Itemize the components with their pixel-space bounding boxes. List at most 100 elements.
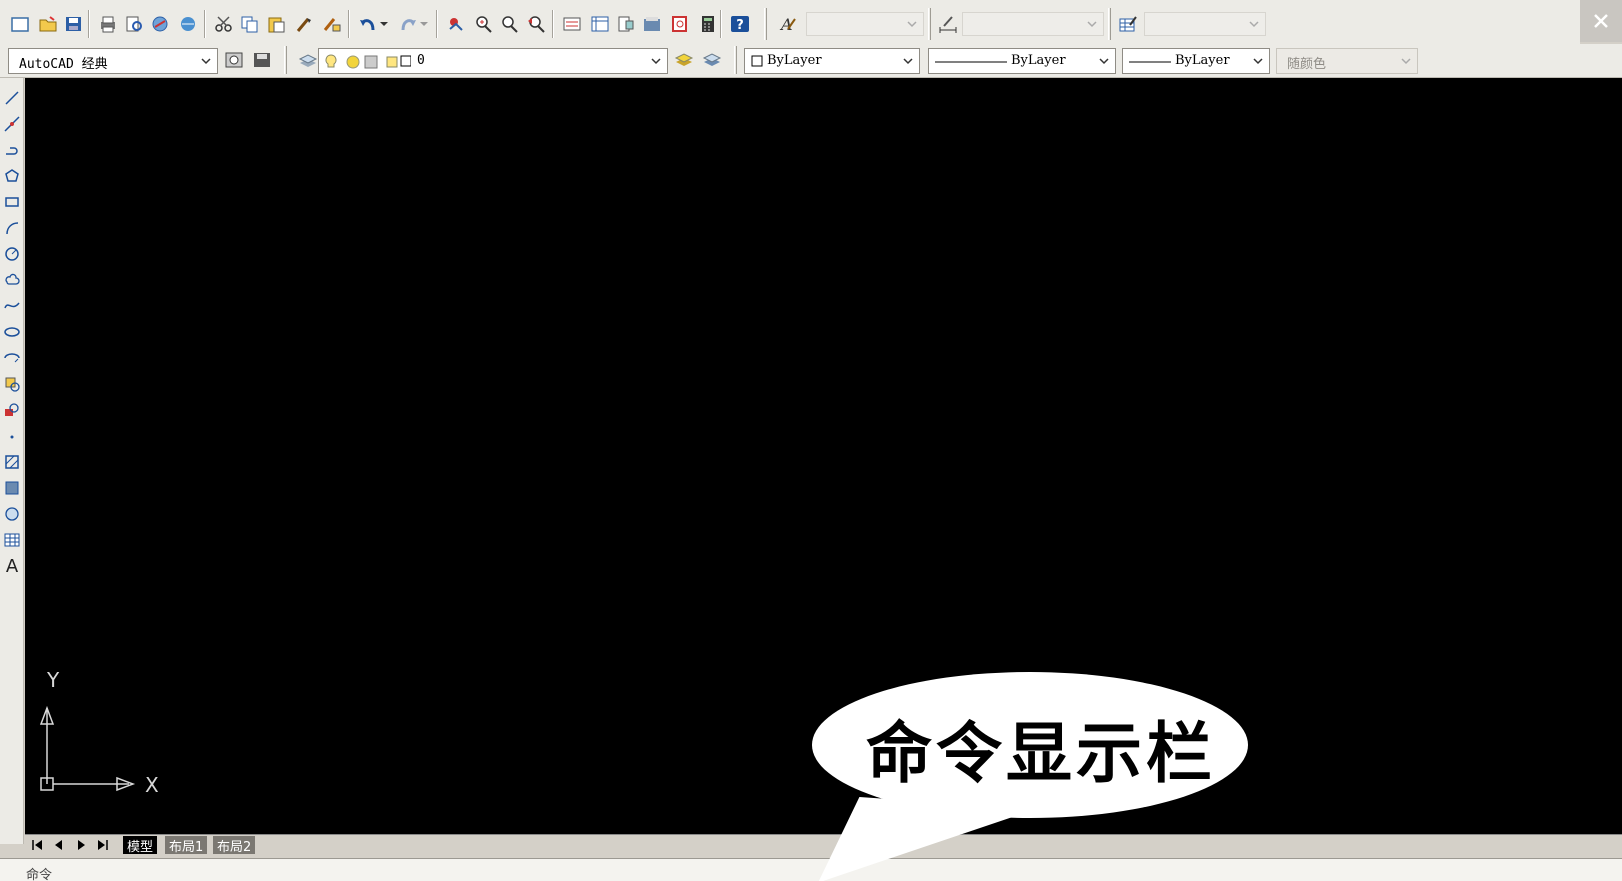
linetype-value: ByLayer	[1011, 53, 1066, 68]
toolbar-separator	[88, 10, 90, 38]
cut-icon[interactable]	[212, 12, 236, 36]
gradient-icon[interactable]	[2, 478, 22, 498]
tab-layout2[interactable]: 布局2	[213, 836, 256, 855]
insert-block-icon[interactable]	[2, 374, 22, 394]
callout-text: 命令显示栏	[866, 715, 1216, 792]
make-object-layer-current-icon[interactable]	[672, 48, 696, 72]
design-center-icon[interactable]	[588, 12, 612, 36]
rectangle-icon[interactable]	[2, 192, 22, 212]
ucs-y-label: Y	[47, 668, 60, 692]
circle-icon[interactable]	[2, 244, 22, 264]
first-tab-icon[interactable]	[27, 837, 47, 853]
point-icon[interactable]	[2, 426, 22, 446]
toolbar-grip[interactable]	[764, 8, 767, 40]
toolbar-separator	[436, 10, 438, 38]
toolbar-grip[interactable]	[928, 8, 931, 40]
zoom-realtime-icon[interactable]	[472, 12, 496, 36]
text-style-icon[interactable]: A	[776, 12, 800, 36]
chevron-down-icon	[1249, 21, 1259, 28]
color-value: ByLayer	[767, 53, 822, 68]
color-swatch-icon	[751, 55, 763, 67]
next-tab-icon[interactable]	[71, 837, 91, 853]
table-icon[interactable]	[2, 530, 22, 550]
sheet-set-icon[interactable]	[640, 12, 664, 36]
match-properties-icon[interactable]	[292, 12, 316, 36]
layer-manager-icon[interactable]	[296, 48, 320, 72]
standard-toolbar: ? A	[0, 0, 1580, 48]
tab-layout1[interactable]: 布局1	[165, 836, 208, 855]
block-editor-icon[interactable]	[320, 12, 344, 36]
undo-icon[interactable]	[356, 12, 380, 36]
construction-line-icon[interactable]	[2, 114, 22, 134]
toolbar-separator	[204, 10, 206, 38]
toolbar-separator	[720, 10, 722, 38]
chevron-down-icon	[907, 21, 917, 28]
close-icon	[1594, 14, 1608, 28]
text-style-combo[interactable]	[806, 12, 924, 36]
region-icon[interactable]	[2, 504, 22, 524]
zoom-window-icon[interactable]	[498, 12, 522, 36]
plot-style-value: 随颜色	[1287, 57, 1327, 72]
plot-style-control-combo[interactable]: 随颜色	[1276, 48, 1418, 74]
3d-publish-icon[interactable]	[176, 12, 200, 36]
plot-preview-icon[interactable]	[122, 12, 146, 36]
workspace-combo[interactable]: AutoCAD 经典	[8, 48, 218, 74]
undo-dropdown-icon[interactable]	[378, 12, 390, 36]
tool-palettes-icon[interactable]	[614, 12, 638, 36]
save-icon[interactable]	[62, 12, 86, 36]
print-icon[interactable]	[96, 12, 120, 36]
toolbar-grip[interactable]	[1108, 8, 1111, 40]
markup-icon[interactable]	[668, 12, 692, 36]
layer-value: 0	[417, 53, 425, 68]
quickcalc-icon[interactable]	[696, 12, 720, 36]
chevron-down-icon	[1087, 21, 1097, 28]
zoom-previous-icon[interactable]	[524, 12, 548, 36]
color-control-combo[interactable]: ByLayer	[744, 48, 920, 74]
workspace-value: AutoCAD 经典	[19, 57, 108, 72]
linetype-control-combo[interactable]: ByLayer	[928, 48, 1116, 74]
redo-icon[interactable]	[396, 12, 420, 36]
toolbar-separator	[348, 10, 350, 38]
pan-icon[interactable]	[444, 12, 468, 36]
lineweight-control-combo[interactable]: ByLayer	[1122, 48, 1270, 74]
last-tab-icon[interactable]	[93, 837, 113, 853]
spline-icon[interactable]	[2, 296, 22, 316]
toolbar-grip[interactable]	[734, 46, 737, 74]
toolbar-grip[interactable]	[284, 46, 287, 74]
open-icon[interactable]	[36, 12, 60, 36]
lineweight-sample-icon	[1129, 61, 1171, 63]
chevron-down-icon	[903, 58, 913, 65]
line-icon[interactable]	[2, 88, 22, 108]
table-style-combo[interactable]	[1144, 12, 1266, 36]
layer-previous-icon[interactable]	[700, 48, 724, 72]
new-icon[interactable]	[8, 12, 32, 36]
copy-icon[interactable]	[238, 12, 262, 36]
hatch-icon[interactable]	[2, 452, 22, 472]
dimension-style-combo[interactable]	[962, 12, 1104, 36]
linetype-sample-icon	[935, 61, 1007, 63]
help-icon[interactable]: ?	[728, 12, 752, 36]
layer-state-icons	[325, 54, 411, 69]
paste-icon[interactable]	[264, 12, 288, 36]
layer-combo[interactable]: 0	[318, 48, 668, 74]
multiline-text-icon[interactable]: A	[2, 556, 22, 577]
revision-cloud-icon[interactable]	[2, 270, 22, 290]
polyline-icon[interactable]	[2, 140, 22, 160]
properties-icon[interactable]	[560, 12, 584, 36]
table-style-icon[interactable]	[1116, 12, 1140, 36]
polygon-icon[interactable]	[2, 166, 22, 186]
ellipse-icon[interactable]	[2, 322, 22, 342]
publish-icon[interactable]	[148, 12, 172, 36]
save-workspace-icon[interactable]	[250, 48, 274, 72]
chevron-down-icon	[201, 58, 211, 65]
ellipse-arc-icon[interactable]	[2, 348, 22, 368]
arc-icon[interactable]	[2, 218, 22, 238]
tab-model[interactable]: 模型	[123, 836, 158, 855]
close-button[interactable]	[1580, 0, 1622, 42]
dimension-style-icon[interactable]	[936, 12, 960, 36]
workspace-settings-icon[interactable]	[222, 48, 246, 72]
redo-dropdown-icon[interactable]	[418, 12, 430, 36]
previous-tab-icon[interactable]	[49, 837, 69, 853]
properties-toolbar: AutoCAD 经典 0 ByLayer ByLayer ByLayer 随颜色	[0, 44, 1622, 78]
make-block-icon[interactable]	[2, 400, 22, 420]
